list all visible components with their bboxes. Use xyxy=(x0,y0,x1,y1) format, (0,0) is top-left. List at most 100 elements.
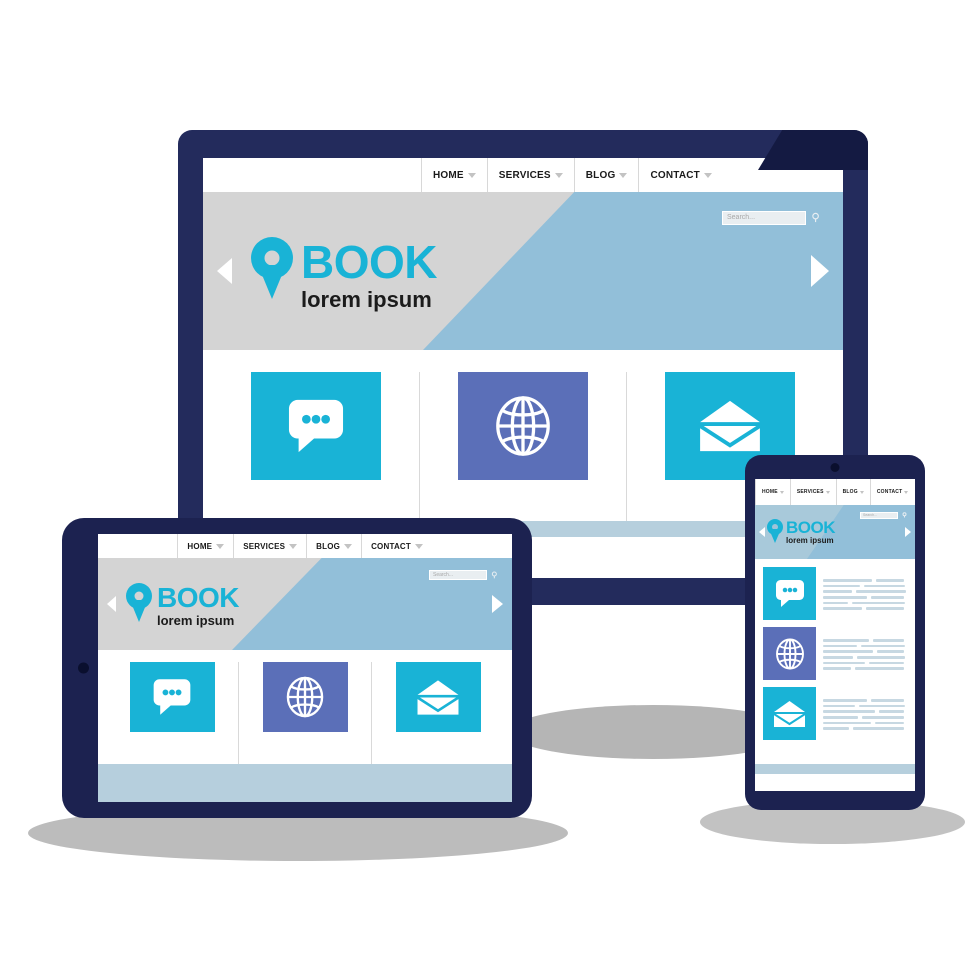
placeholder-text-block xyxy=(823,627,907,680)
search-box[interactable]: Search... xyxy=(722,210,823,225)
nav-trailing-space xyxy=(723,158,843,192)
feature-card-mail[interactable] xyxy=(372,662,504,764)
brand-text: BOOK lorem ipsum xyxy=(301,236,438,312)
search-box[interactable]: Search... xyxy=(860,511,908,519)
envelope-icon xyxy=(763,687,816,740)
search-icon[interactable] xyxy=(809,210,823,225)
chat-bubble-icon xyxy=(129,662,215,732)
carousel-prev-button[interactable] xyxy=(107,596,116,612)
map-pin-hole xyxy=(264,250,280,266)
carousel-prev-button[interactable] xyxy=(759,527,765,537)
nav-label: BLOG xyxy=(316,541,341,551)
nav-trailing-space xyxy=(432,534,512,558)
map-pin-icon xyxy=(126,583,152,623)
smartphone-device: HOME SERVICES BLOG CONTACT Search... BOO… xyxy=(745,455,925,810)
chevron-down-icon xyxy=(289,543,298,549)
search-box[interactable]: Search... xyxy=(429,569,500,580)
feature-card-globe[interactable] xyxy=(239,662,372,764)
feature-row-globe[interactable] xyxy=(763,627,907,680)
tablet-device: HOME SERVICES BLOG CONTACT Search... BOO… xyxy=(62,518,532,818)
hero-banner: Search... BOOK lorem ipsum xyxy=(203,192,843,350)
brand-title: BOOK xyxy=(786,517,836,537)
nav-item-blog[interactable]: BLOG xyxy=(835,479,870,505)
nav-label: CONTACT xyxy=(876,489,903,495)
chat-bubble-icon xyxy=(251,372,381,480)
nav-item-blog[interactable]: BLOG xyxy=(306,534,361,558)
tablet-screen: HOME SERVICES BLOG CONTACT Search... BOO… xyxy=(98,534,512,802)
map-pin-icon xyxy=(251,237,293,301)
brand-title: BOOK xyxy=(157,582,240,614)
nav-item-contact[interactable]: CONTACT xyxy=(361,534,432,558)
nav-label: SERVICES xyxy=(243,541,286,551)
nav-label: SERVICES xyxy=(796,489,824,495)
placeholder-text-block xyxy=(823,687,907,740)
search-icon[interactable] xyxy=(901,511,908,519)
website-mobile-view: HOME SERVICES BLOG CONTACT Search... BOO… xyxy=(755,479,915,791)
nav-item-home[interactable]: HOME xyxy=(420,158,487,192)
chevron-down-icon xyxy=(825,490,830,494)
brand-tagline: lorem ipsum xyxy=(157,612,235,628)
feature-card-globe[interactable] xyxy=(420,372,627,521)
search-icon[interactable] xyxy=(490,569,500,580)
nav-item-services[interactable]: SERVICES xyxy=(789,479,836,505)
chevron-down-icon xyxy=(859,490,864,494)
search-input[interactable]: Search... xyxy=(860,511,898,519)
feature-card-chat[interactable] xyxy=(213,372,420,521)
carousel-next-button[interactable] xyxy=(492,595,503,613)
nav-item-home[interactable]: HOME xyxy=(755,479,790,505)
envelope-icon xyxy=(395,662,481,732)
hero-banner: Search... BOOK lorem ipsum xyxy=(755,505,915,559)
nav-label: SERVICES xyxy=(498,169,551,181)
globe-icon xyxy=(763,627,816,680)
footer-bar xyxy=(755,764,915,774)
nav-item-home[interactable]: HOME xyxy=(177,534,233,558)
feature-row-chat[interactable] xyxy=(763,567,907,620)
nav-label: BLOG xyxy=(585,169,616,181)
chevron-down-icon xyxy=(554,172,563,178)
nav-label: CONTACT xyxy=(371,541,411,551)
feature-cards xyxy=(98,650,512,764)
nav-item-contact[interactable]: CONTACT xyxy=(869,479,914,505)
brand-text: BOOK lorem ipsum xyxy=(786,517,836,545)
carousel-prev-button[interactable] xyxy=(217,258,232,284)
brand-tagline: lorem ipsum xyxy=(301,286,432,312)
carousel-next-button[interactable] xyxy=(905,527,911,537)
map-pin-tail xyxy=(258,265,286,300)
brand-title: BOOK xyxy=(301,236,438,289)
phone-camera-icon xyxy=(830,463,840,472)
map-pin-icon xyxy=(767,518,783,544)
chevron-down-icon xyxy=(619,172,628,178)
website-tablet-view: HOME SERVICES BLOG CONTACT Search... BOO… xyxy=(98,534,512,802)
brand-text: BOOK lorem ipsum xyxy=(157,582,240,628)
nav-label: HOME xyxy=(762,489,778,495)
brand-logo: BOOK lorem ipsum xyxy=(126,582,240,628)
navbar: HOME SERVICES BLOG CONTACT xyxy=(755,479,915,505)
brand-logo: BOOK lorem ipsum xyxy=(767,517,836,545)
nav-item-services[interactable]: SERVICES xyxy=(486,158,574,192)
search-input[interactable]: Search... xyxy=(429,569,487,580)
chevron-down-icon xyxy=(415,543,423,549)
search-input[interactable]: Search... xyxy=(722,210,806,225)
map-pin-tail xyxy=(769,528,781,543)
nav-label: CONTACT xyxy=(650,169,700,181)
brand-logo: BOOK lorem ipsum xyxy=(251,236,438,312)
chevron-down-icon xyxy=(779,490,784,494)
carousel-next-button[interactable] xyxy=(811,255,829,287)
chevron-down-icon xyxy=(704,172,712,178)
chevron-down-icon xyxy=(216,543,225,549)
feature-row-mail[interactable] xyxy=(763,687,907,740)
nav-trailing-space xyxy=(914,479,915,505)
tablet-camera-icon xyxy=(78,662,89,674)
feature-card-chat[interactable] xyxy=(106,662,239,764)
feature-rows xyxy=(755,559,915,764)
phone-screen: HOME SERVICES BLOG CONTACT Search... BOO… xyxy=(755,479,915,791)
nav-item-blog[interactable]: BLOG xyxy=(573,158,639,192)
nav-item-contact[interactable]: CONTACT xyxy=(638,158,723,192)
navbar: HOME SERVICES BLOG CONTACT xyxy=(98,534,512,558)
hero-banner: Search... BOOK lorem ipsum xyxy=(98,558,512,650)
chevron-down-icon xyxy=(344,543,353,549)
nav-item-services[interactable]: SERVICES xyxy=(233,534,306,558)
nav-label: BLOG xyxy=(842,489,858,495)
globe-icon xyxy=(262,662,348,732)
